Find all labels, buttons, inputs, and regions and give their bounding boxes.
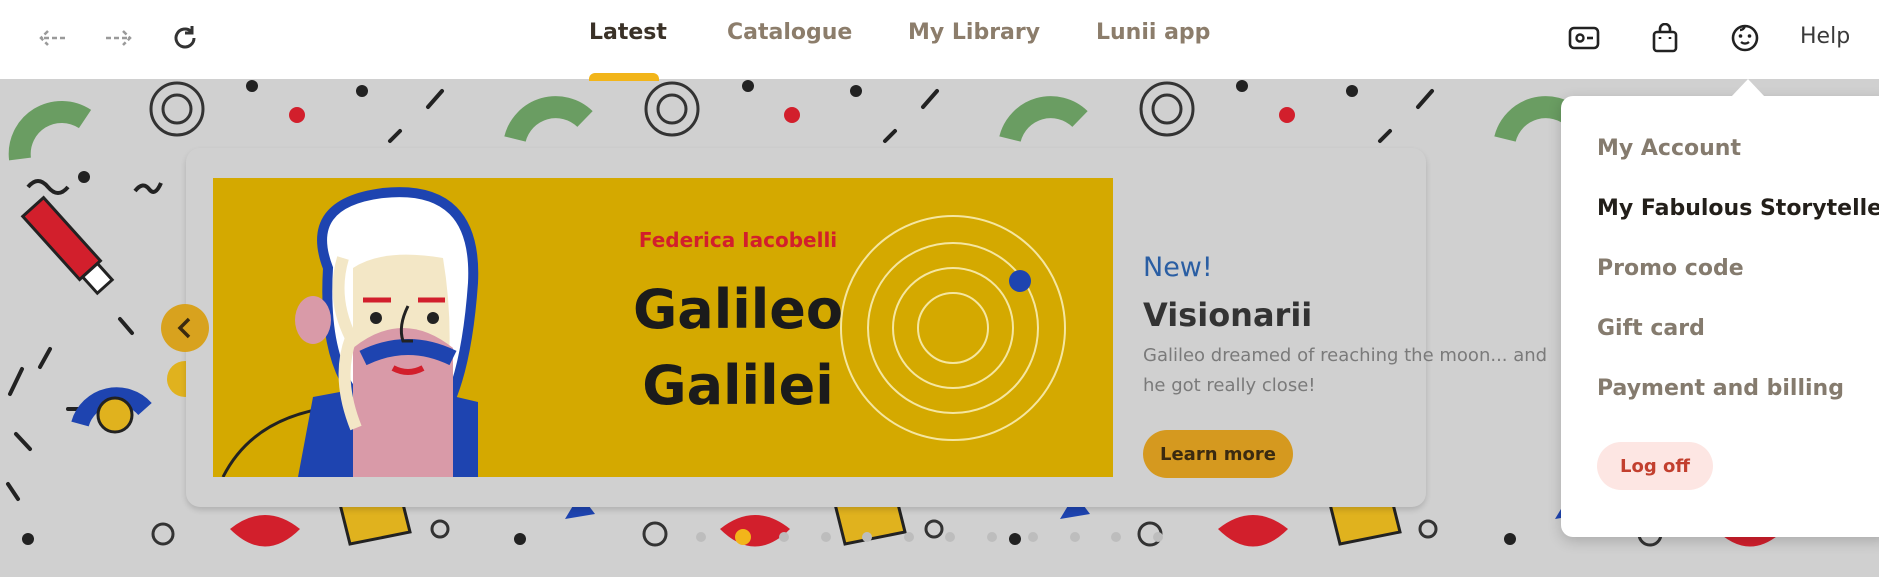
- account-face-icon: [1731, 24, 1759, 52]
- carousel-prev-button[interactable]: [161, 304, 209, 352]
- active-tab-indicator: [589, 73, 659, 81]
- carousel-dot[interactable]: [986, 532, 997, 542]
- gift-card-button[interactable]: [1566, 20, 1602, 56]
- menu-item-payment-and-billing[interactable]: Payment and billing: [1597, 376, 1844, 401]
- carousel-dot[interactable]: [1152, 532, 1163, 542]
- log-off-button[interactable]: Log off: [1597, 442, 1713, 490]
- menu-item-gift-card[interactable]: Gift card: [1597, 316, 1705, 341]
- carousel-dot[interactable]: [903, 532, 914, 542]
- story-banner-image[interactable]: Federica Iacobelli Galileo Galilei: [213, 178, 1113, 477]
- forward-button[interactable]: [99, 18, 139, 58]
- reload-button[interactable]: [165, 18, 205, 58]
- carousel-dot[interactable]: [1111, 532, 1121, 542]
- back-button[interactable]: [32, 18, 72, 58]
- ticket-icon: [1568, 26, 1600, 50]
- cart-button[interactable]: [1647, 20, 1683, 56]
- account-button[interactable]: [1727, 20, 1763, 56]
- arrow-left-icon: [39, 30, 65, 46]
- menu-item-my-fabulous-storytellers[interactable]: My Fabulous Storytellers: [1597, 196, 1879, 221]
- arrow-right-icon: [106, 30, 132, 46]
- carousel-dot[interactable]: [1069, 532, 1080, 542]
- banner-title-line-2: Galilei: [642, 354, 834, 417]
- tab-my-library[interactable]: My Library: [908, 20, 1040, 45]
- learn-more-button[interactable]: Learn more: [1143, 430, 1293, 478]
- chevron-left-icon: [177, 317, 191, 339]
- menu-item-my-account[interactable]: My Account: [1597, 136, 1741, 161]
- dropdown-caret: [1731, 79, 1765, 97]
- carousel-dot[interactable]: [1028, 532, 1038, 542]
- carousel-dot[interactable]: [862, 532, 872, 542]
- story-description: Galileo dreamed of reaching the moon... …: [1143, 345, 1548, 396]
- story-title: Visionarii: [1143, 296, 1313, 334]
- carousel-dot[interactable]: [696, 532, 706, 542]
- reload-icon: [174, 26, 196, 49]
- carousel-dot[interactable]: [779, 532, 789, 542]
- shopping-bag-icon: [1652, 23, 1678, 53]
- new-badge: New!: [1143, 252, 1213, 283]
- top-navigation-bar: Latest Catalogue My Library Lunii app He…: [0, 0, 1879, 81]
- carousel-dot-active[interactable]: [734, 529, 751, 545]
- help-link[interactable]: Help: [1800, 24, 1850, 49]
- carousel-dot[interactable]: [820, 532, 831, 542]
- banner-author: Federica Iacobelli: [638, 228, 838, 252]
- tab-lunii-app[interactable]: Lunii app: [1096, 20, 1210, 45]
- carousel-dot[interactable]: [945, 532, 955, 542]
- account-dropdown-menu: My Account My Fabulous Storytellers Prom…: [1561, 96, 1879, 537]
- tab-latest[interactable]: Latest: [589, 20, 667, 45]
- tab-catalogue[interactable]: Catalogue: [727, 20, 852, 45]
- banner-title-line-1: Galileo: [632, 278, 843, 341]
- menu-item-promo-code[interactable]: Promo code: [1597, 256, 1744, 281]
